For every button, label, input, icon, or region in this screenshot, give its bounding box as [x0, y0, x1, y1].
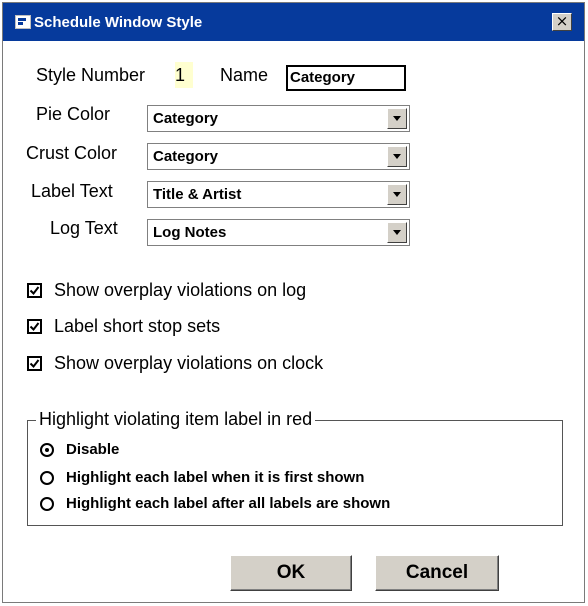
- crust-color-label: Crust Color: [26, 143, 118, 163]
- label-text-value: Title & Artist: [153, 186, 242, 203]
- dropdown-arrow-icon[interactable]: [387, 222, 407, 243]
- window-title: Schedule Window Style: [34, 14, 203, 31]
- checkmark-icon: [29, 286, 40, 296]
- highlight-group-title: Highlight violating item label in red: [36, 409, 316, 430]
- ok-button[interactable]: OK: [230, 555, 352, 591]
- label-text-label: Label Text: [31, 181, 113, 201]
- label-text-select[interactable]: Title & Artist: [147, 181, 410, 208]
- highlight-first-shown-label: Highlight each label when it is first sh…: [66, 469, 365, 486]
- highlight-after-all-radio[interactable]: [40, 497, 54, 511]
- pie-color-value: Category: [153, 110, 219, 127]
- highlight-after-all-label: Highlight each label after all labels ar…: [66, 495, 391, 512]
- log-text-label: Log Text: [50, 218, 118, 238]
- checkmark-icon: [29, 359, 40, 369]
- crust-color-value: Category: [153, 148, 219, 165]
- disable-radio-label: Disable: [66, 441, 120, 458]
- crust-color-select[interactable]: Category: [147, 143, 410, 170]
- show-overplay-clock-label: Show overplay violations on clock: [54, 353, 324, 373]
- log-text-value: Log Notes: [153, 224, 227, 241]
- app-icon: [15, 15, 31, 29]
- close-button[interactable]: ×: [552, 13, 572, 31]
- disable-radio[interactable]: [40, 443, 54, 457]
- cancel-button[interactable]: Cancel: [375, 555, 499, 591]
- log-text-select[interactable]: Log Notes: [147, 219, 410, 246]
- show-overplay-clock-checkbox[interactable]: [27, 356, 42, 371]
- style-number-label: Style Number: [36, 65, 146, 85]
- checkmark-icon: [29, 322, 40, 332]
- pie-color-label: Pie Color: [36, 104, 111, 124]
- highlight-first-shown-radio[interactable]: [40, 471, 54, 485]
- name-label: Name: [220, 65, 269, 85]
- dropdown-arrow-icon[interactable]: [387, 184, 407, 205]
- title-bar[interactable]: Schedule Window Style ×: [3, 3, 584, 41]
- show-overplay-log-checkbox[interactable]: [27, 283, 42, 298]
- dropdown-arrow-icon[interactable]: [387, 146, 407, 167]
- label-short-stop-sets-label: Label short stop sets: [54, 316, 221, 336]
- label-short-stop-sets-checkbox[interactable]: [27, 319, 42, 334]
- show-overplay-log-label: Show overplay violations on log: [54, 280, 307, 300]
- name-input[interactable]: Category: [286, 65, 406, 91]
- style-number-value: 1: [175, 62, 193, 88]
- pie-color-select[interactable]: Category: [147, 105, 410, 132]
- dropdown-arrow-icon[interactable]: [387, 108, 407, 129]
